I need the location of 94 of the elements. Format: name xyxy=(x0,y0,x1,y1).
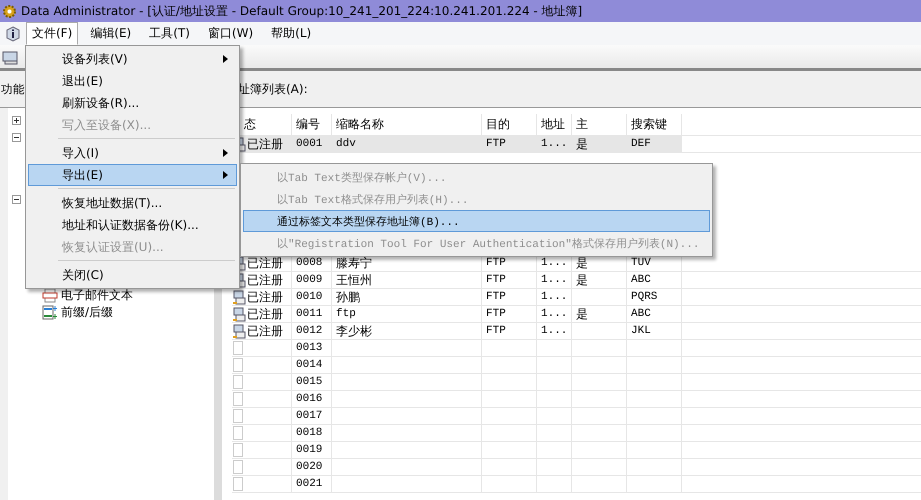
submenu-arrow-icon xyxy=(223,55,228,63)
table-cell: FTP xyxy=(486,274,506,286)
table-cell: 1... xyxy=(541,257,568,269)
table-cell: FTP xyxy=(486,138,506,150)
empty-row-icon xyxy=(233,375,243,389)
menu-item[interactable]: 帮助(L) xyxy=(265,22,318,45)
table-cell: 1... xyxy=(541,138,568,150)
column-header[interactable]: 编号 xyxy=(296,116,320,133)
table-cell: 0008 xyxy=(296,257,322,269)
menu-item[interactable]: 窗口(W) xyxy=(202,22,260,45)
empty-row-icon xyxy=(233,392,243,406)
email-icon xyxy=(42,288,58,303)
table-cell: 已注册 xyxy=(247,136,283,152)
window-title: Data Administrator - [认证/地址设置 - Default Group:10_241_201_224:10.241.201.224 - 地址簿] xyxy=(21,2,582,20)
menu-item[interactable]: 刷新设备(R)... xyxy=(28,92,237,114)
empty-row-icon xyxy=(233,409,243,423)
table-cell: 滕寿宁 xyxy=(336,254,372,272)
expand-icon[interactable] xyxy=(12,116,21,125)
column-header[interactable]: 态 xyxy=(244,116,256,133)
menu-item[interactable]: 关闭(C) xyxy=(28,264,237,286)
table-cell: 是 xyxy=(576,254,588,272)
menu-item[interactable]: 导入(I) xyxy=(28,142,237,164)
table-cell: 0009 xyxy=(296,274,322,286)
menu-item[interactable]: 文件(F) xyxy=(26,22,78,45)
table-cell: 0010 xyxy=(296,291,322,303)
column-header[interactable]: 缩略名称 xyxy=(336,116,384,133)
table-cell: 李少彬 xyxy=(336,322,372,340)
collapse-icon[interactable] xyxy=(12,195,21,204)
table-cell: PQRS xyxy=(631,291,658,303)
menu-item[interactable]: 设备列表(V) xyxy=(28,48,237,70)
table-cell: ftp xyxy=(336,308,356,320)
table-cell: ddv xyxy=(336,138,356,150)
empty-row-icon xyxy=(233,426,243,440)
table-cell: 是 xyxy=(576,306,588,322)
table-cell: 0020 xyxy=(296,461,322,473)
empty-row-icon xyxy=(233,341,243,355)
tree-item[interactable]: 电子邮件文本 xyxy=(61,287,133,304)
table-cell: 0011 xyxy=(296,308,322,320)
table-cell: 0001 xyxy=(296,138,322,150)
table-cell: FTP xyxy=(486,325,506,337)
table-cell: 0019 xyxy=(296,444,322,456)
table-cell: 0021 xyxy=(296,478,322,490)
table-cell: 已注册 xyxy=(247,288,283,306)
gear-icon xyxy=(2,4,17,18)
empty-row-icon xyxy=(233,477,243,491)
table-cell: 1... xyxy=(541,274,568,286)
collapse-icon[interactable] xyxy=(12,133,21,142)
table-cell: DEF xyxy=(631,138,651,150)
table-cell: 是 xyxy=(576,272,588,288)
table-cell: 已注册 xyxy=(247,322,283,340)
menu-item[interactable]: 工具(T) xyxy=(143,22,196,45)
table-cell: 0017 xyxy=(296,410,322,422)
table-cell: 已注册 xyxy=(247,306,283,322)
table-cell: 0012 xyxy=(296,325,322,337)
server-icon[interactable] xyxy=(2,48,20,64)
table-cell: FTP xyxy=(486,257,506,269)
table-cell: 1... xyxy=(541,325,568,337)
tree-item[interactable]: 前缀/后缀 xyxy=(61,304,114,321)
table-cell: 0013 xyxy=(296,342,322,354)
table-cell: 王恒州 xyxy=(336,272,372,288)
submenu-arrow-icon xyxy=(223,171,228,179)
table-cell: JKL xyxy=(631,325,651,337)
info-icon[interactable] xyxy=(6,26,20,42)
panel-title: 功能 xyxy=(1,82,25,96)
table-cell: FTP xyxy=(486,308,506,320)
column-header[interactable]: 地址 xyxy=(541,116,565,133)
menu-item[interactable]: 编辑(E) xyxy=(84,22,138,45)
table-cell: 是 xyxy=(576,136,588,152)
table-cell: 已注册 xyxy=(247,272,283,288)
column-header[interactable]: 目的 xyxy=(486,116,510,133)
empty-row-icon xyxy=(233,358,243,372)
table-cell: 0015 xyxy=(296,376,322,388)
menu-item[interactable]: 导出(E) xyxy=(28,164,237,186)
list-icon xyxy=(42,305,58,320)
menu-item[interactable]: 恢复地址数据(T)... xyxy=(28,192,237,214)
submenu-arrow-icon xyxy=(223,149,228,157)
table-cell: TUV xyxy=(631,257,651,269)
table-cell: 0014 xyxy=(296,359,322,371)
column-header[interactable]: 主 xyxy=(576,116,588,133)
table-cell: ABC xyxy=(631,308,651,320)
empty-row-icon xyxy=(233,443,243,457)
empty-row-icon xyxy=(233,460,243,474)
table-cell: 1... xyxy=(541,291,568,303)
table-cell: 孙鹏 xyxy=(336,288,360,306)
column-header[interactable]: 搜索键 xyxy=(631,116,667,133)
table-cell: 1... xyxy=(541,308,568,320)
table-cell: 已注册 xyxy=(247,254,283,272)
menu-item[interactable]: 地址和认证数据备份(K)... xyxy=(28,214,237,236)
menu-item[interactable]: 退出(E) xyxy=(28,70,237,92)
table-cell: ABC xyxy=(631,274,651,286)
menu-item[interactable]: 通过标签文本类型保存地址簿(B)... xyxy=(243,210,710,232)
table-cell: FTP xyxy=(486,291,506,303)
table-cell: 0016 xyxy=(296,393,322,405)
table-cell: 0018 xyxy=(296,427,322,439)
